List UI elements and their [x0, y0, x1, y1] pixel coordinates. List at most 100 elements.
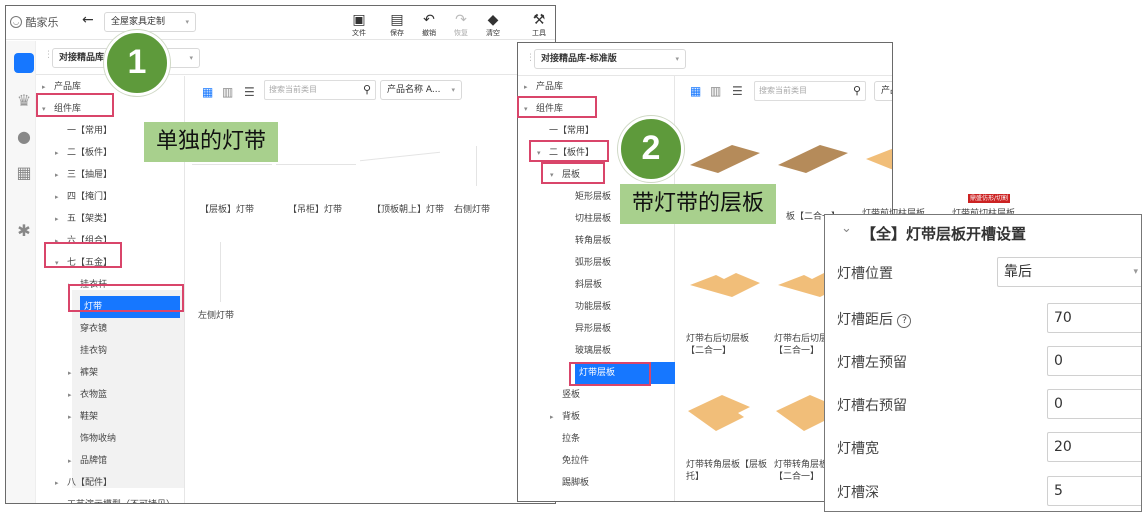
- product-label[interactable]: 左侧灯带: [198, 310, 234, 322]
- slot-distance-input[interactable]: 70: [1047, 303, 1141, 333]
- tree-item[interactable]: 穿衣镜: [80, 318, 107, 340]
- tree-item[interactable]: ▸ 品牌馆: [68, 450, 107, 472]
- product-image[interactable]: [192, 164, 272, 188]
- tree-item[interactable]: 一【常用】: [549, 120, 594, 142]
- user-icon[interactable]: ●: [14, 127, 34, 147]
- chevron-right-icon[interactable]: ▸: [68, 362, 72, 384]
- chevron-down-icon: ▾: [675, 55, 679, 63]
- tree-item[interactable]: 竖板: [562, 384, 580, 406]
- filter-icon[interactable]: ☰: [244, 85, 255, 99]
- search-input[interactable]: 搜索当前类目 ⚲: [754, 81, 866, 101]
- tree-item[interactable]: 矩形层板: [575, 186, 611, 208]
- tree-item[interactable]: 免拉件: [562, 450, 589, 472]
- tree-item[interactable]: ▸ 三【抽屉】: [55, 164, 112, 186]
- tree-item[interactable]: 踢脚板: [562, 472, 589, 494]
- tree-item[interactable]: ▸ 产品库: [524, 76, 564, 98]
- slot-width-input[interactable]: 20: [1047, 432, 1141, 462]
- slot-right-reserve-input[interactable]: 0: [1047, 389, 1141, 419]
- tree-item[interactable]: ▸ 五【架类】: [55, 208, 112, 230]
- chevron-right-icon[interactable]: ▸: [55, 494, 59, 503]
- grid-view-icon[interactable]: ▦: [690, 84, 701, 98]
- tree-item[interactable]: 饰物收纳: [80, 428, 116, 450]
- product-image-wood[interactable]: [686, 387, 764, 437]
- help-icon[interactable]: ?: [897, 314, 912, 328]
- tree-item[interactable]: 弧形层板: [575, 252, 611, 274]
- catalog-icon[interactable]: [14, 53, 34, 73]
- product-image-wood[interactable]: [862, 139, 893, 179]
- highlight-box: [36, 93, 114, 117]
- tree-item[interactable]: 切柱层板: [575, 208, 611, 230]
- save-button[interactable]: ▤ 保存: [382, 12, 412, 38]
- tree-item-label: 切柱层板: [575, 214, 612, 224]
- tree-item-label: 产品库: [536, 82, 564, 92]
- library-select[interactable]: 对接精品库-标准版 ▾: [534, 49, 686, 69]
- product-image[interactable]: [220, 242, 221, 302]
- sort-select[interactable]: 产品名称 A...: [874, 81, 892, 101]
- product-image-wood[interactable]: [686, 263, 764, 303]
- logo[interactable]: ◡ 酷家乐: [10, 14, 59, 30]
- tree-item[interactable]: ▸ 衣物篮: [68, 384, 107, 406]
- search-icon[interactable]: ⚲: [363, 81, 371, 99]
- slot-position-select[interactable]: 靠后 ▾: [997, 257, 1141, 287]
- redo-button[interactable]: ↷ 恢复: [446, 12, 476, 38]
- product-image[interactable]: [360, 151, 440, 185]
- tree-item-label: 产品库: [54, 82, 82, 92]
- tree-item[interactable]: 挂衣钩: [80, 340, 107, 362]
- file-button[interactable]: ▣ 文件: [344, 12, 374, 38]
- filter-icon[interactable]: ☰: [732, 84, 743, 98]
- tree-item[interactable]: ▸ 八【配件】: [55, 472, 112, 494]
- product-image[interactable]: [476, 146, 477, 186]
- list-view-icon[interactable]: ▥: [710, 84, 721, 98]
- tree-item-label: 裤架: [80, 368, 99, 378]
- crown-icon[interactable]: ♛: [14, 91, 34, 111]
- tree-item[interactable]: ▸ 二【板件】: [55, 142, 112, 164]
- list-view-icon[interactable]: ▥: [222, 85, 233, 99]
- tree-item[interactable]: 转角层板: [575, 230, 611, 252]
- chevron-right-icon[interactable]: ▸: [524, 76, 528, 98]
- search-input[interactable]: 搜索当前类目 ⚲: [264, 80, 376, 100]
- chevron-right-icon[interactable]: ▸: [550, 406, 554, 428]
- tree-item[interactable]: 异形层板: [575, 318, 611, 340]
- puzzle-icon[interactable]: ✱: [14, 221, 34, 241]
- search-icon[interactable]: ⚲: [853, 82, 861, 100]
- chevron-down-icon[interactable]: ⌄: [841, 221, 852, 236]
- chevron-right-icon[interactable]: ▸: [68, 406, 72, 428]
- product-label[interactable]: 【顶板朝上】灯带: [372, 204, 444, 216]
- undo-button[interactable]: ↶ 撤销: [414, 12, 444, 38]
- tools-button[interactable]: ⚒ 工具: [524, 12, 554, 38]
- product-image[interactable]: [276, 164, 356, 188]
- chevron-right-icon[interactable]: ▸: [55, 186, 59, 208]
- clear-button[interactable]: ◆ 清空: [478, 12, 508, 38]
- product-label[interactable]: 右侧灯带: [454, 204, 490, 216]
- tree-item[interactable]: ▸ 四【掩门】: [55, 186, 112, 208]
- chevron-right-icon[interactable]: ▸: [55, 164, 59, 186]
- sort-select[interactable]: 产品名称 A... ▾: [380, 80, 462, 100]
- chevron-right-icon[interactable]: ▸: [55, 472, 59, 494]
- back-arrow-icon[interactable]: ←: [82, 12, 94, 28]
- tree-item[interactable]: 一【常用】: [67, 120, 112, 142]
- chevron-right-icon[interactable]: ▸: [55, 208, 59, 230]
- grid-view-icon[interactable]: ▦: [202, 85, 213, 99]
- tree-item[interactable]: 斜层板: [575, 274, 602, 296]
- chevron-right-icon[interactable]: ▸: [68, 450, 72, 472]
- product-label[interactable]: 灯带右后切层板【二合一】: [686, 333, 762, 357]
- tree-item[interactable]: 拉条: [562, 428, 580, 450]
- chevron-right-icon[interactable]: ▸: [55, 142, 59, 164]
- product-image-wood[interactable]: [686, 139, 764, 179]
- tree-item[interactable]: ▸ 背板: [550, 406, 580, 428]
- tree-item[interactable]: ▸ 鞋架: [68, 406, 98, 428]
- product-label[interactable]: 【吊柜】灯带: [288, 204, 342, 216]
- tree-item[interactable]: ▸ 裤架: [68, 362, 99, 384]
- slot-depth-input[interactable]: 5: [1047, 476, 1141, 506]
- slot-left-reserve-input[interactable]: 0: [1047, 346, 1141, 376]
- product-image-wood[interactable]: [774, 139, 852, 179]
- design-type-dropdown[interactable]: 全屋家具定制 ▾: [104, 12, 196, 32]
- tree-item-label: 玻璃层板: [575, 346, 612, 356]
- tree-item[interactable]: 玻璃层板: [575, 340, 611, 362]
- product-label[interactable]: 灯带转角层板【层板托】: [686, 459, 770, 483]
- tree-item[interactable]: ▸ 工艺演示模型（不可拷贝）: [55, 494, 175, 503]
- tree-item[interactable]: 功能层板: [575, 296, 611, 318]
- product-label[interactable]: 【层板】灯带: [200, 204, 254, 216]
- chevron-right-icon[interactable]: ▸: [68, 384, 72, 406]
- cabinet-icon[interactable]: ▦: [14, 163, 34, 183]
